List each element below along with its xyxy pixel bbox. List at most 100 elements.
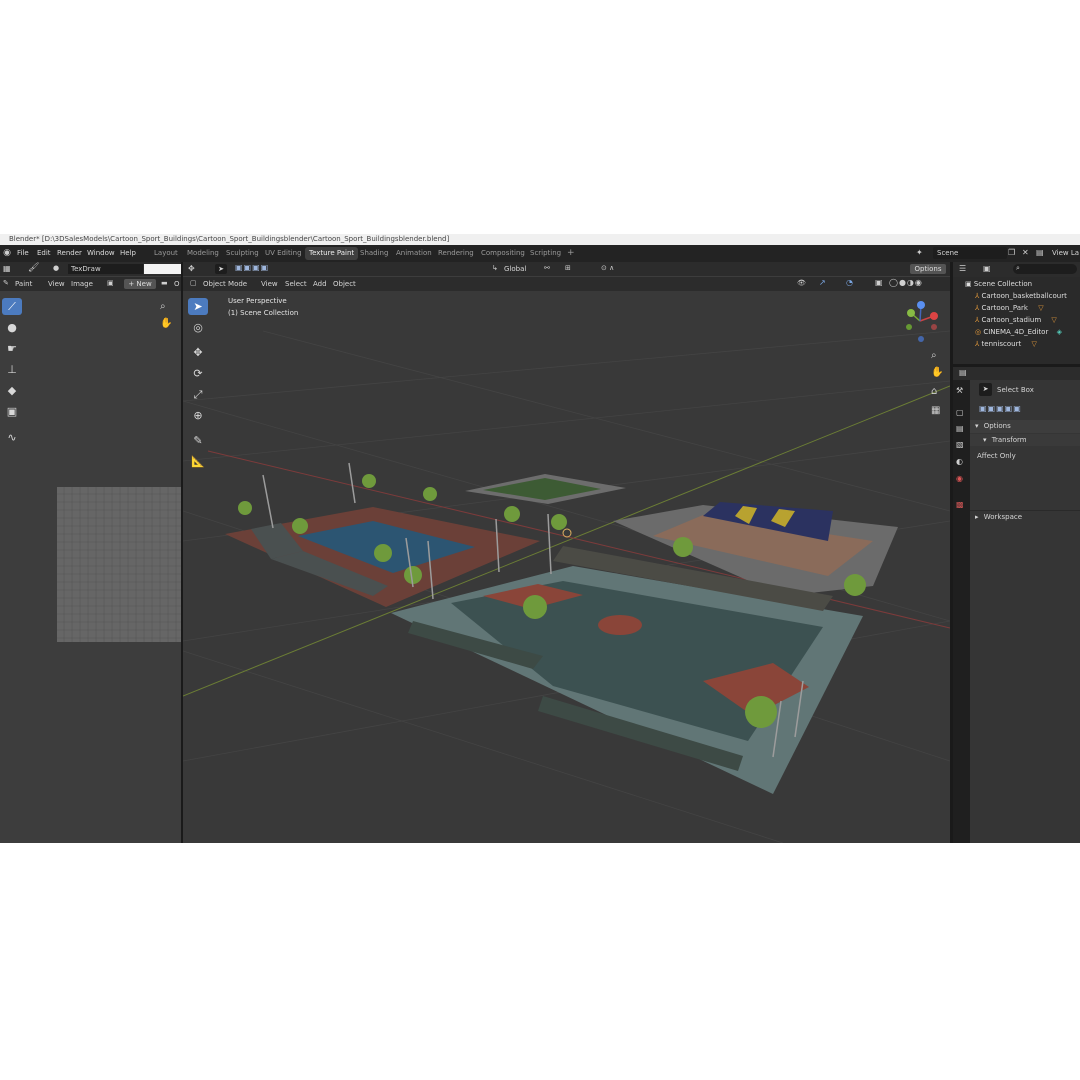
cursor-tool-icon[interactable]: ◎	[188, 319, 208, 336]
image-menu-view[interactable]: View	[48, 279, 65, 289]
object-mode-icon[interactable]: ▢	[190, 279, 197, 287]
move-tool-icon[interactable]: ✥	[188, 344, 208, 361]
outliner-item[interactable]: ⅄ Cartoon_stadium ▽	[975, 314, 1057, 326]
visibility-icon[interactable]: 👁	[797, 279, 806, 287]
tab-texture-paint[interactable]: Texture Paint	[305, 247, 359, 260]
tool-tab-icon[interactable]: ⚒	[956, 386, 963, 395]
outliner-item[interactable]: ◎ CINEMA_4D_Editor ◈	[975, 326, 1062, 338]
select-box-icon[interactable]: ➤	[979, 383, 992, 396]
outliner-item[interactable]: ⅄ Cartoon_basketballcourt	[975, 290, 1067, 302]
measure-tool-icon[interactable]: 📐	[188, 453, 208, 470]
tab-uv-editing[interactable]: UV Editing	[261, 247, 306, 260]
add-workspace-icon[interactable]: +	[563, 247, 579, 260]
menu-help[interactable]: Help	[120, 245, 136, 262]
menu-render[interactable]: Render	[57, 245, 82, 262]
select-tool-icon[interactable]: ➤	[215, 264, 227, 274]
proportional-icon[interactable]: ⊙ ∧	[601, 264, 614, 272]
menu-window[interactable]: Window	[87, 245, 115, 262]
output-tab-icon[interactable]: ▤	[956, 424, 964, 433]
draw-tool-icon[interactable]: ⟋	[2, 298, 22, 315]
scene-tab-icon[interactable]: ◐	[956, 457, 963, 466]
outliner-search-input[interactable]: ⌕	[1013, 264, 1077, 274]
image-canvas[interactable]	[57, 487, 181, 642]
pivot-icon[interactable]: ⚯	[544, 264, 550, 272]
tab-rendering[interactable]: Rendering	[434, 247, 478, 260]
orientation-dropdown[interactable]: Global	[504, 264, 526, 274]
view-layer-field[interactable]: View La	[1052, 247, 1079, 259]
tab-compositing[interactable]: Compositing	[477, 247, 529, 260]
menu-file[interactable]: File	[17, 245, 29, 262]
tab-scripting[interactable]: Scripting	[526, 247, 565, 260]
paint-mode-dropdown[interactable]: Paint	[15, 279, 32, 289]
brush-color-swatch[interactable]	[144, 264, 181, 274]
editor-type-icon[interactable]: ✥	[188, 264, 195, 273]
zoom-icon[interactable]: ⌕	[160, 301, 166, 312]
display-mode-icon[interactable]: ▣	[983, 264, 991, 273]
tab-modeling[interactable]: Modeling	[183, 247, 223, 260]
soften-tool-icon[interactable]: ●	[2, 319, 22, 336]
view-layer-icon[interactable]: ▤	[1036, 248, 1044, 257]
tab-animation[interactable]: Animation	[392, 247, 436, 260]
shading-mode-icons[interactable]: ◯●◑◉	[889, 278, 923, 287]
tab-layout[interactable]: Layout	[150, 247, 182, 260]
annotate-tool-icon[interactable]: ✎	[188, 432, 208, 449]
viewport-3d[interactable]	[183, 291, 950, 843]
overlay-toggle-icon[interactable]: ◔	[846, 278, 853, 287]
image-browse-icon[interactable]: ▣	[107, 279, 114, 287]
view-layer-tab-icon[interactable]: ▧	[956, 440, 964, 449]
viewport-menu-view[interactable]: View	[261, 279, 278, 289]
viewport-menu-select[interactable]: Select	[285, 279, 307, 289]
scene-icon[interactable]: ✦	[916, 248, 923, 257]
tab-shading[interactable]: Shading	[356, 247, 392, 260]
snap-icon[interactable]: ⊞	[565, 264, 571, 272]
rotate-tool-icon[interactable]: ⟳	[188, 365, 208, 382]
new-image-button[interactable]: + New	[124, 279, 156, 289]
gizmo-toggle-icon[interactable]: ↗	[819, 278, 826, 287]
navigation-gizmo[interactable]	[898, 299, 944, 345]
fill-tool-icon[interactable]: ◆	[2, 382, 22, 399]
outliner-item[interactable]: ⅄ tenniscourt ▽	[975, 338, 1037, 350]
copy-scene-icon[interactable]: ❐	[1008, 248, 1015, 257]
hand-icon[interactable]: ✋	[931, 367, 943, 378]
mask-tool-icon[interactable]: ▣	[2, 403, 22, 420]
viewport-menu-object[interactable]: Object	[333, 279, 356, 289]
folder-icon[interactable]: ▬	[161, 279, 168, 287]
render-tab-icon[interactable]: ▢	[956, 408, 964, 417]
outliner-item[interactable]: ⅄ Cartoon_Park ▽	[975, 302, 1044, 314]
workspace-panel-header[interactable]: ▸ Workspace	[970, 510, 1080, 524]
clone-tool-icon[interactable]: ⊥	[2, 361, 22, 378]
viewport-menu-add[interactable]: Add	[313, 279, 327, 289]
brush-dot-icon[interactable]: ●	[53, 264, 59, 272]
transform-tool-icon[interactable]: ⊕	[188, 407, 208, 424]
options-dropdown[interactable]: Options	[910, 264, 946, 274]
scene-field[interactable]: Scene	[933, 247, 1007, 259]
tab-sculpting[interactable]: Sculpting	[222, 247, 263, 260]
blender-logo-icon[interactable]: ◉	[2, 248, 12, 258]
outliner-type-icon[interactable]: ☰	[959, 264, 966, 273]
zoom-icon[interactable]: ⌕	[931, 350, 937, 361]
properties-type-icon[interactable]: ▤	[959, 368, 967, 377]
hand-icon[interactable]: ✋	[160, 318, 172, 329]
options-panel-header[interactable]: ▾ Options	[970, 420, 1080, 433]
brush-name-field[interactable]: TexDraw	[68, 264, 143, 274]
close-icon[interactable]: ✕	[1022, 248, 1029, 257]
brush-icon[interactable]: 🖌	[28, 263, 39, 273]
menu-edit[interactable]: Edit	[37, 245, 51, 262]
xray-icon[interactable]: ▣	[875, 278, 883, 287]
select-box-tool-icon[interactable]: ➤	[188, 298, 208, 315]
open-image-label[interactable]: O	[174, 279, 180, 289]
scale-tool-icon[interactable]: ⤢	[188, 386, 208, 403]
selection-mode-icons[interactable]: ▣▣▣▣▣	[979, 404, 1022, 413]
grid-icon[interactable]: ▦	[931, 405, 940, 416]
editor-type-icon[interactable]: ▦	[3, 264, 11, 273]
selection-mode-icons[interactable]: ▣▣▣▣	[235, 263, 269, 272]
annotate-tool-icon[interactable]: ∿	[2, 429, 22, 446]
outliner-root[interactable]: ▣ Scene Collection	[965, 278, 1032, 290]
smear-tool-icon[interactable]: ☛	[2, 340, 22, 357]
texture-tab-icon[interactable]: ▩	[956, 500, 964, 509]
paint-mode-icon[interactable]: ✎	[3, 279, 9, 287]
world-tab-icon[interactable]: ◉	[956, 474, 963, 483]
object-mode-dropdown[interactable]: Object Mode	[203, 279, 247, 289]
camera-icon[interactable]: ⌂	[931, 386, 937, 397]
transform-subpanel-header[interactable]: ▾ Transform	[970, 434, 1080, 446]
